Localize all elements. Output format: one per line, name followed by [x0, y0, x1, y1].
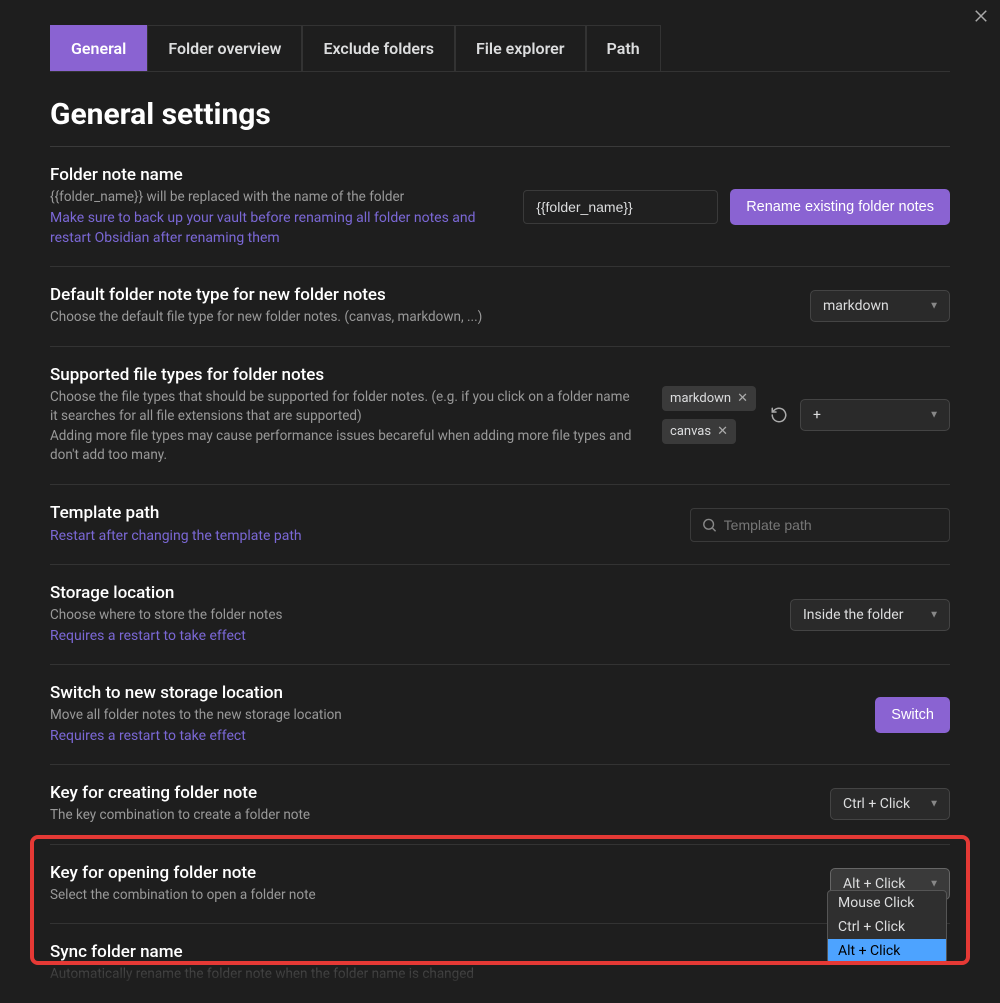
page-title: General settings: [50, 97, 950, 132]
default-type-select[interactable]: markdown ▼: [810, 290, 950, 322]
setting-note: Restart after changing the template path: [50, 526, 670, 546]
storage-location-select[interactable]: Inside the folder ▼: [790, 599, 950, 631]
add-type-select[interactable]: + ▼: [800, 399, 950, 431]
open-key-dropdown: Mouse Click Ctrl + Click Alt + Click: [827, 890, 947, 964]
rename-button[interactable]: Rename existing folder notes: [730, 189, 950, 225]
setting-desc: {{folder_name}} will be replaced with th…: [50, 188, 503, 208]
tab-file-explorer[interactable]: File explorer: [455, 25, 586, 71]
close-icon[interactable]: [972, 6, 990, 30]
setting-desc: Move all folder notes to the new storage…: [50, 706, 855, 726]
setting-desc: Select the combination to open a folder …: [50, 886, 810, 906]
setting-note: Make sure to back up your vault before r…: [50, 208, 503, 249]
setting-desc: Choose the default file type for new fol…: [50, 308, 790, 328]
setting-title: Folder note name: [50, 165, 503, 185]
folder-note-name-input[interactable]: [523, 190, 718, 224]
setting-title: Key for creating folder note: [50, 783, 810, 803]
tab-path[interactable]: Path: [586, 25, 661, 71]
setting-desc: Adding more file types may cause perform…: [50, 427, 640, 466]
chevron-down-icon: ▼: [929, 878, 939, 889]
chevron-down-icon: ▼: [929, 609, 939, 620]
dropdown-item-ctrl-click[interactable]: Ctrl + Click: [828, 915, 946, 939]
chevron-down-icon: ▼: [929, 301, 939, 312]
setting-note: Requires a restart to take effect: [50, 626, 770, 646]
setting-create-key: Key for creating folder note The key com…: [50, 765, 950, 845]
setting-template-path: Template path Restart after changing the…: [50, 485, 950, 565]
setting-title: Key for opening folder note: [50, 863, 810, 883]
template-path-wrap: [690, 508, 950, 542]
search-icon: [701, 516, 718, 534]
chip-markdown: markdown ✕: [662, 386, 756, 411]
setting-title: Storage location: [50, 583, 770, 603]
close-icon[interactable]: ✕: [737, 391, 748, 406]
setting-note: Requires a restart to take effect: [50, 726, 855, 746]
setting-desc: Choose where to store the folder notes: [50, 606, 770, 626]
create-key-select[interactable]: Ctrl + Click ▼: [830, 788, 950, 820]
select-value: markdown: [823, 298, 889, 314]
template-path-input[interactable]: [718, 515, 939, 535]
chips: markdown ✕ canvas ✕: [660, 384, 758, 446]
add-label: +: [813, 407, 821, 423]
chip-canvas: canvas ✕: [662, 419, 736, 444]
setting-storage-location: Storage location Choose where to store t…: [50, 565, 950, 665]
select-value: Inside the folder: [803, 607, 903, 623]
tabs: General Folder overview Exclude folders …: [50, 25, 950, 72]
setting-desc: The key combination to create a folder n…: [50, 806, 810, 826]
chevron-down-icon: ▼: [929, 799, 939, 810]
reset-icon[interactable]: [770, 406, 788, 424]
setting-desc: Automatically rename the folder note whe…: [50, 965, 930, 985]
chip-label: markdown: [670, 391, 731, 406]
tab-exclude-folders[interactable]: Exclude folders: [302, 25, 454, 71]
dropdown-item-mouse-click[interactable]: Mouse Click: [828, 891, 946, 915]
setting-title: Switch to new storage location: [50, 683, 855, 703]
chevron-down-icon: ▼: [929, 410, 939, 421]
setting-title: Default folder note type for new folder …: [50, 285, 790, 305]
setting-open-key: Key for opening folder note Select the c…: [50, 845, 950, 925]
setting-folder-note-name: Folder note name {{folder_name}} will be…: [50, 147, 950, 267]
setting-default-type: Default folder note type for new folder …: [50, 267, 950, 347]
switch-button[interactable]: Switch: [875, 697, 950, 733]
select-value: Ctrl + Click: [843, 796, 910, 812]
setting-title: Supported file types for folder notes: [50, 365, 640, 385]
tab-folder-overview[interactable]: Folder overview: [147, 25, 302, 71]
tab-general[interactable]: General: [50, 25, 147, 71]
close-icon[interactable]: ✕: [717, 424, 728, 439]
setting-supported-types: Supported file types for folder notes Ch…: [50, 347, 950, 485]
setting-title: Template path: [50, 503, 670, 523]
setting-switch-storage: Switch to new storage location Move all …: [50, 665, 950, 765]
setting-desc: Choose the file types that should be sup…: [50, 388, 640, 427]
chip-label: canvas: [670, 424, 711, 439]
setting-sync-name: Sync folder name Automatically rename th…: [50, 924, 950, 1003]
dropdown-item-alt-click[interactable]: Alt + Click: [828, 939, 946, 963]
setting-title: Sync folder name: [50, 942, 930, 962]
